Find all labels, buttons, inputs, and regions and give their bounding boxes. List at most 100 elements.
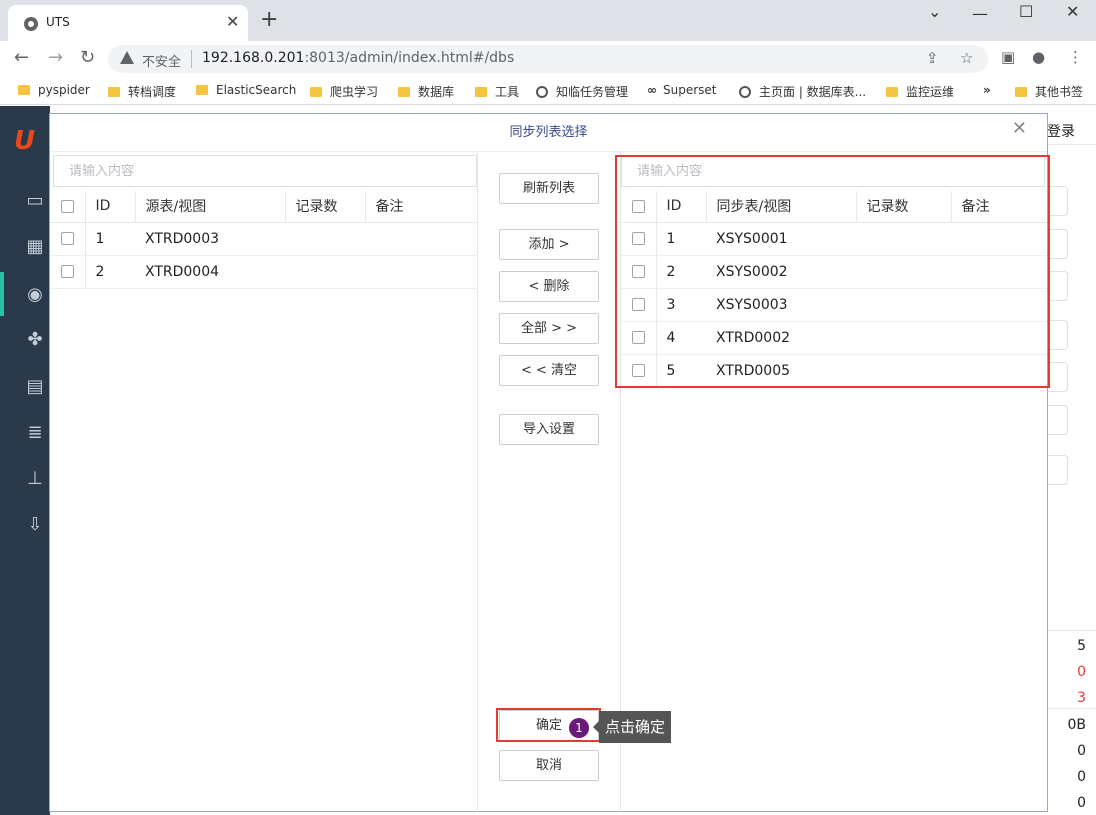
side-panel-icon[interactable]: ▣: [1001, 48, 1015, 66]
folder-icon: [108, 87, 120, 97]
close-window-icon[interactable]: ✕: [1066, 2, 1079, 21]
reload-icon[interactable]: ↻: [80, 47, 95, 68]
row-name: XTRD0004: [135, 255, 285, 289]
row-note: [365, 255, 477, 289]
row-id: 2: [85, 255, 135, 289]
globe-icon: [24, 17, 38, 31]
bookmark-item[interactable]: 爬虫学习: [310, 83, 378, 100]
bg-input: [1048, 320, 1068, 350]
grid-icon[interactable]: ✤: [22, 329, 48, 351]
globe-icon: [739, 86, 751, 98]
checkbox-cell[interactable]: [50, 222, 86, 256]
highlight-box-sync-table: [615, 155, 1050, 388]
bookmark-item[interactable]: 工具: [475, 83, 519, 100]
remove-button[interactable]: < 删除: [499, 271, 599, 302]
chevron-down-icon[interactable]: ⌄: [928, 2, 941, 21]
divider: [477, 152, 478, 812]
select-all-checkbox[interactable]: [60, 199, 74, 213]
divider: [1047, 144, 1096, 145]
browser-tab[interactable]: UTS ✕: [8, 5, 248, 41]
globe-icon: [536, 86, 548, 98]
folder-icon: [18, 85, 30, 95]
add-button[interactable]: 添加 >: [499, 229, 599, 260]
row-count: [285, 222, 365, 256]
bookmark-item[interactable]: 数据库: [398, 83, 454, 100]
cancel-button[interactable]: 取消: [499, 750, 599, 781]
row-note: [365, 222, 477, 256]
bookmark-item[interactable]: 知临任务管理: [536, 83, 628, 100]
folder-icon: [310, 87, 322, 97]
step-tooltip: 点击确定: [592, 711, 672, 743]
column-header: 记录数: [285, 191, 366, 223]
address-bar[interactable]: 不安全 192.168.0.201:8013/admin/index.html#…: [108, 45, 988, 73]
warning-icon[interactable]: [120, 51, 134, 64]
app-sidebar: U ▭ ▦ ◉ ✤ ▤ ≣ ⊥ ⇩: [0, 106, 50, 815]
source-search-input[interactable]: [54, 156, 476, 186]
bookmark-item[interactable]: 其他书签: [1015, 83, 1083, 100]
stat-value: 5: [1077, 638, 1086, 654]
forward-icon[interactable]: →: [48, 47, 63, 68]
sitemap-icon[interactable]: ⊥: [22, 468, 48, 490]
database-icon[interactable]: ◉: [22, 284, 48, 306]
bookmark-item[interactable]: ∞ Superset: [647, 83, 717, 97]
bookmarks-bar: pyspider 转档调度 ElasticSearch 爬虫学习 数据库 工具 …: [0, 77, 1096, 105]
url-text[interactable]: 192.168.0.201:8013/admin/index.html#/dbs: [202, 50, 514, 66]
row-count: [285, 255, 365, 289]
back-icon[interactable]: ←: [14, 47, 29, 68]
checkbox-cell[interactable]: [50, 255, 86, 289]
bookmark-item[interactable]: 监控运维: [886, 83, 954, 100]
column-header: ID: [85, 191, 136, 223]
row-checkbox[interactable]: [60, 265, 74, 278]
row-checkbox[interactable]: [60, 232, 74, 245]
bg-input: [1048, 455, 1068, 485]
step-number-badge: 1: [569, 718, 589, 738]
add-all-button[interactable]: 全部 > >: [499, 313, 599, 344]
stat-value: 0: [1077, 743, 1086, 759]
security-label[interactable]: 不安全: [142, 51, 181, 70]
maximize-icon[interactable]: ☐: [1019, 2, 1033, 21]
header-login-text[interactable]: 登录: [1047, 121, 1075, 141]
archive-icon[interactable]: ▤: [22, 376, 48, 398]
bookmark-item[interactable]: ElasticSearch: [196, 83, 296, 97]
calendar-icon[interactable]: ▦: [22, 236, 48, 258]
list-icon[interactable]: ≣: [22, 422, 48, 444]
star-icon[interactable]: ☆: [960, 49, 973, 67]
share-icon[interactable]: ⇪: [926, 49, 939, 67]
more-bookmarks-icon[interactable]: »: [983, 83, 991, 97]
bg-input: [1048, 362, 1068, 392]
source-search-input-wrap: [53, 155, 477, 187]
refresh-list-button[interactable]: 刷新列表: [499, 173, 599, 204]
browser-toolbar: ← → ↻ 不安全 192.168.0.201:8013/admin/index…: [0, 41, 1096, 77]
stat-value: 0: [1077, 769, 1086, 785]
column-header: 源表/视图: [135, 191, 286, 223]
table-header-row: ID 源表/视图 记录数 备注: [50, 191, 477, 223]
bookmark-item[interactable]: 主页面 | 数据库表...: [739, 83, 866, 100]
table-row[interactable]: 2 XTRD0004: [50, 255, 477, 289]
monitor-icon[interactable]: ▭: [22, 190, 48, 212]
import-settings-button[interactable]: 导入设置: [499, 414, 599, 445]
table-row[interactable]: 1 XTRD0003: [50, 222, 477, 256]
tab-title: UTS: [46, 15, 70, 29]
folder-icon: [398, 87, 410, 97]
close-icon[interactable]: ✕: [1012, 120, 1027, 138]
minimize-icon[interactable]: —: [972, 4, 988, 23]
select-all-cell[interactable]: [50, 191, 86, 223]
source-table: ID 源表/视图 记录数 备注 1 XTRD0003 2 XTRD0004: [50, 191, 477, 289]
folder-icon: [886, 87, 898, 97]
active-indicator: [0, 272, 4, 316]
bookmark-item[interactable]: pyspider: [18, 83, 90, 97]
divider: [191, 50, 192, 68]
download-icon[interactable]: ⇩: [22, 514, 48, 536]
row-name: XTRD0003: [135, 222, 285, 256]
bg-input: [1048, 271, 1068, 301]
bookmark-item[interactable]: 转档调度: [108, 83, 176, 100]
profile-icon[interactable]: ●: [1032, 48, 1045, 66]
close-icon[interactable]: ✕: [226, 12, 239, 31]
stat-value: 3: [1077, 690, 1086, 706]
column-header: 备注: [365, 191, 477, 223]
stat-value: 0: [1077, 795, 1086, 811]
link-icon: ∞: [647, 83, 657, 97]
new-tab-icon[interactable]: +: [260, 9, 278, 31]
clear-button[interactable]: < < 清空: [499, 355, 599, 386]
menu-icon[interactable]: ⋮: [1068, 48, 1083, 66]
